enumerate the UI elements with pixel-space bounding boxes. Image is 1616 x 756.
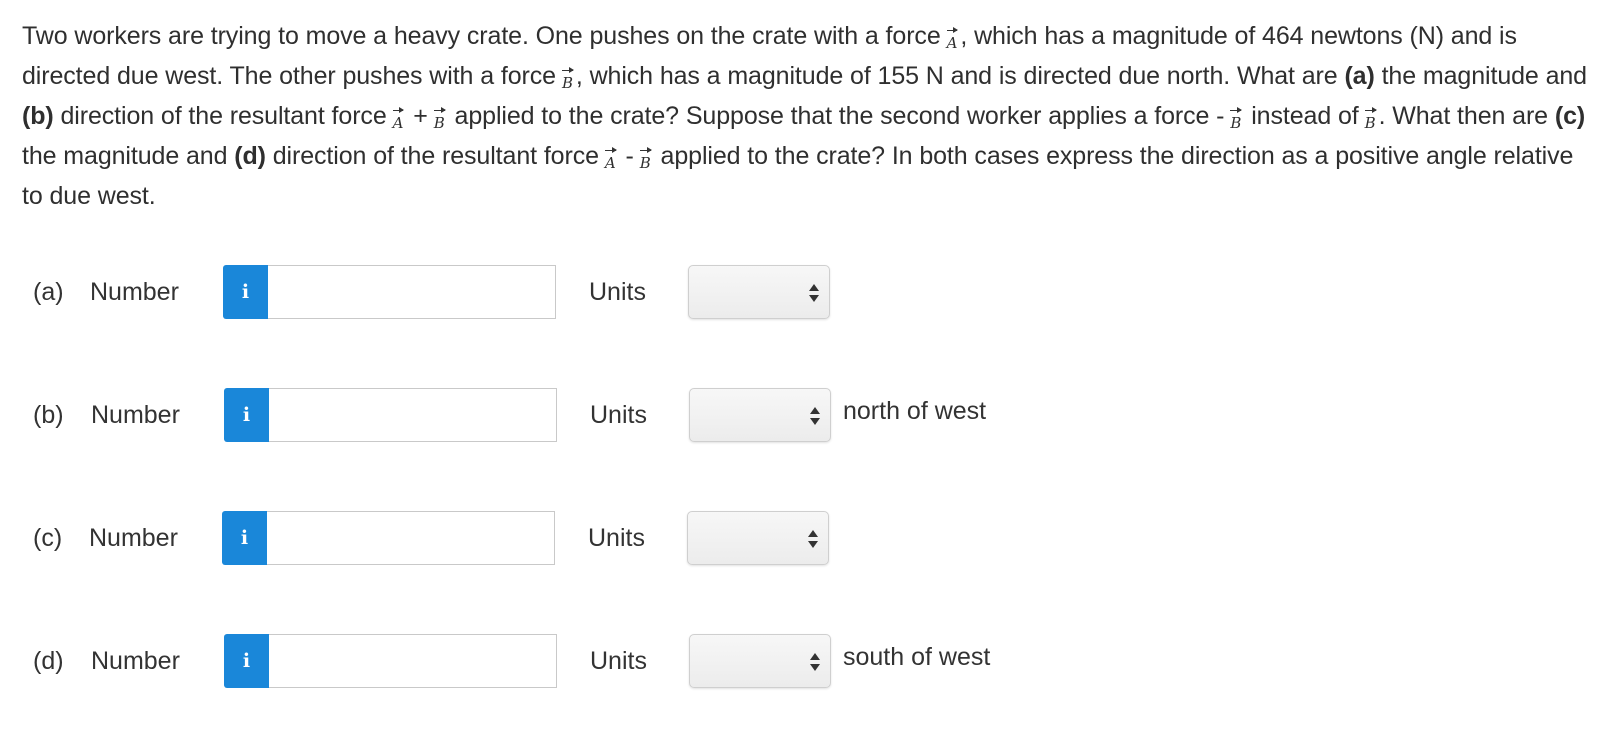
question-sentence: the magnitude and: [22, 142, 228, 170]
vector-b-symbol: B: [433, 107, 446, 131]
number-label: Number: [91, 401, 180, 429]
question-sentence: applied to the crate? Suppose that the s…: [454, 102, 1225, 130]
answer-row-a: (a) Number i Units: [0, 265, 1616, 321]
units-label: Units: [590, 401, 647, 429]
part-label: (a): [33, 278, 64, 306]
number-label: Number: [90, 278, 179, 306]
vector-b-symbol: B: [639, 147, 652, 171]
part-b-marker: (b): [22, 102, 54, 130]
info-icon[interactable]: i: [224, 634, 269, 688]
vector-b-symbol: B: [1364, 107, 1377, 131]
question-text: Two workers are trying to move a heavy c…: [22, 16, 1592, 216]
number-label: Number: [91, 647, 180, 675]
vector-b-symbol: B: [1230, 107, 1243, 131]
question-sentence: , which has a magnitude of 155 N and is …: [575, 62, 1338, 90]
units-select-c[interactable]: [687, 511, 829, 565]
number-input-c[interactable]: [267, 511, 555, 565]
info-icon[interactable]: i: [224, 388, 269, 442]
select-arrows-icon: [809, 284, 819, 302]
part-a-marker: (a): [1344, 62, 1375, 90]
vector-a-symbol: A: [604, 147, 617, 171]
question-sentence: direction of the resultant force: [272, 142, 599, 170]
number-input-a[interactable]: [268, 265, 556, 319]
number-label: Number: [89, 524, 178, 552]
plus-sign: +: [413, 102, 428, 130]
direction-suffix: north of west: [843, 397, 987, 425]
units-select-a[interactable]: [688, 265, 830, 319]
units-label: Units: [588, 524, 645, 552]
part-label: (c): [33, 524, 63, 552]
part-d-marker: (d): [234, 142, 266, 170]
answer-row-d: (d) Number i Units south of west: [0, 634, 1616, 690]
info-icon[interactable]: i: [223, 265, 268, 319]
question-sentence: Two workers are trying to move a heavy c…: [22, 22, 941, 50]
units-select-d[interactable]: [689, 634, 831, 688]
units-label: Units: [589, 278, 646, 306]
units-select-b[interactable]: [689, 388, 831, 442]
select-arrows-icon: [810, 653, 820, 671]
question-sentence: direction of the resultant force: [60, 102, 387, 130]
question-sentence: the magnitude and: [1381, 62, 1588, 90]
minus-sign: -: [625, 142, 634, 170]
select-arrows-icon: [810, 407, 820, 425]
number-input-b[interactable]: [269, 388, 557, 442]
part-c-marker: (c): [1554, 102, 1586, 130]
answer-row-b: (b) Number i Units north of west: [0, 388, 1616, 444]
vector-b-symbol: B: [561, 67, 574, 91]
vector-a-symbol: A: [392, 107, 405, 131]
part-label: (b): [33, 401, 64, 429]
select-arrows-icon: [808, 530, 818, 548]
question-sentence: . What then are: [1378, 102, 1549, 130]
number-input-d[interactable]: [269, 634, 557, 688]
units-label: Units: [590, 647, 647, 675]
vector-a-symbol: A: [946, 27, 959, 51]
question-sentence: instead of: [1251, 102, 1359, 130]
part-label: (d): [33, 647, 64, 675]
info-icon[interactable]: i: [222, 511, 267, 565]
answer-row-c: (c) Number i Units: [0, 511, 1616, 567]
direction-suffix: south of west: [843, 643, 991, 671]
